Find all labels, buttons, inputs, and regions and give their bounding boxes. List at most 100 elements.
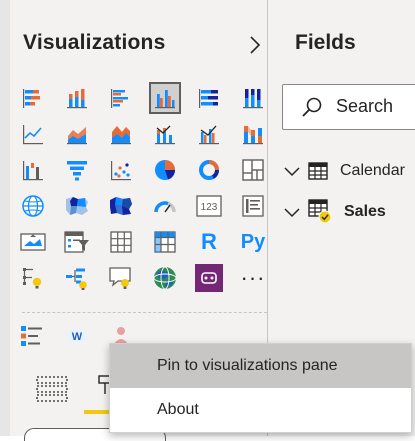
- card-number-text: 123: [201, 202, 218, 213]
- table-visual-button[interactable]: [106, 227, 136, 257]
- ribbon-chart-icon: [243, 126, 263, 145]
- area-chart-icon: [67, 127, 87, 145]
- matrix-icon: [154, 231, 176, 253]
- waterfall-chart-icon: [23, 161, 43, 181]
- more-options-icon: ···: [240, 265, 266, 290]
- clustered-bar-chart-button[interactable]: [106, 83, 136, 113]
- stacked-column-chart-icon: [67, 89, 87, 109]
- multi-row-card-button[interactable]: [238, 191, 268, 221]
- fields-search-input[interactable]: Search: [282, 84, 415, 130]
- 100pct-stacked-bar-chart-icon: [199, 89, 218, 108]
- decomposition-tree-icon: [66, 268, 87, 290]
- context-menu: Pin to visualizations pane About: [109, 343, 412, 433]
- card-button[interactable]: 123: [194, 191, 224, 221]
- scatter-chart-icon: [111, 161, 131, 181]
- arcgis-map-button[interactable]: [150, 263, 180, 293]
- table-icon: [308, 162, 328, 180]
- word-cloud-visual-button[interactable]: W: [62, 322, 92, 350]
- chevron-right-icon: [250, 36, 261, 54]
- gauge-button[interactable]: [150, 191, 180, 221]
- custom-list-visual-icon: [21, 326, 42, 346]
- filled-map-icon: [66, 197, 88, 215]
- funnel-chart-icon: [67, 161, 87, 181]
- menu-item-label: Pin to visualizations pane: [157, 357, 338, 374]
- line-and-clustered-column-chart-button[interactable]: [194, 119, 224, 149]
- kpi-icon: [20, 233, 46, 251]
- decomposition-tree-button[interactable]: [62, 263, 92, 293]
- fields-well-tab[interactable]: [36, 376, 68, 407]
- table-with-measure-icon: [308, 199, 332, 224]
- key-influencers-icon: [23, 268, 42, 289]
- treemap-icon: [242, 159, 264, 181]
- gauge-icon: [154, 201, 176, 213]
- line-chart-icon: [23, 125, 43, 145]
- python-visual-icon: Py: [240, 230, 266, 253]
- slicer-icon: [64, 231, 89, 253]
- qa-visual-icon: [109, 267, 131, 289]
- table-name-calendar: Calendar: [340, 162, 405, 179]
- more-visuals-button[interactable]: ···: [238, 263, 268, 293]
- clustered-column-chart-button[interactable]: [149, 82, 181, 114]
- r-script-visual-icon: R: [201, 229, 217, 254]
- multi-row-card-icon: [242, 195, 264, 217]
- ribbon-chart-button[interactable]: [238, 119, 268, 149]
- card-icon: 123: [196, 195, 222, 217]
- line-and-stacked-column-chart-icon: [155, 125, 175, 145]
- python-visual-button[interactable]: Py: [238, 227, 268, 257]
- scatter-chart-button[interactable]: [106, 155, 136, 185]
- search-placeholder: Search: [336, 96, 394, 116]
- table-name-sales: Sales: [344, 203, 386, 220]
- menu-item-pin-to-visualizations-pane[interactable]: Pin to visualizations pane: [110, 344, 411, 388]
- stacked-bar-chart-button[interactable]: [18, 83, 48, 113]
- slicer-button[interactable]: [62, 227, 92, 257]
- funnel-chart-button[interactable]: [62, 155, 92, 185]
- pie-chart-button[interactable]: [150, 155, 180, 185]
- waterfall-chart-button[interactable]: [18, 155, 48, 185]
- donut-chart-button[interactable]: [194, 155, 224, 185]
- kpi-button[interactable]: [18, 227, 48, 257]
- donut-chart-icon: [199, 160, 220, 180]
- 100pct-stacked-column-chart-icon: [243, 89, 263, 109]
- left-pane-edge: [0, 0, 10, 436]
- r-script-visual-button[interactable]: R: [194, 227, 224, 257]
- fields-well-icon: [36, 376, 68, 402]
- map-button[interactable]: [18, 191, 48, 221]
- search-icon: [302, 97, 322, 117]
- table-row-sales[interactable]: Sales: [282, 197, 386, 227]
- 100pct-stacked-bar-chart-button[interactable]: [194, 83, 224, 113]
- stacked-area-chart-button[interactable]: [106, 119, 136, 149]
- key-influencers-button[interactable]: [18, 263, 48, 293]
- treemap-button[interactable]: [238, 155, 268, 185]
- clustered-column-chart-icon: [155, 90, 175, 109]
- 100pct-stacked-column-chart-button[interactable]: [238, 83, 268, 113]
- visual-gallery-separator: [22, 312, 267, 313]
- menu-item-label: About: [157, 401, 199, 418]
- table-icon: [110, 231, 132, 253]
- power-apps-button[interactable]: [194, 263, 224, 293]
- collapse-visualizations-button[interactable]: [244, 32, 266, 58]
- menu-item-about[interactable]: About: [110, 388, 411, 432]
- stacked-bar-chart-icon: [23, 89, 40, 108]
- line-and-stacked-column-chart-button[interactable]: [150, 119, 180, 149]
- clustered-bar-chart-icon: [111, 89, 128, 108]
- custom-list-visual-button[interactable]: [18, 322, 48, 350]
- arcgis-map-icon: [153, 266, 177, 290]
- shape-map-icon: [110, 197, 132, 215]
- chevron-down-icon: [284, 208, 300, 218]
- chevron-down-icon: [284, 167, 300, 177]
- stacked-column-chart-button[interactable]: [62, 83, 92, 113]
- filled-map-button[interactable]: [62, 191, 92, 221]
- map-icon: [22, 195, 44, 217]
- visualizations-title: Visualizations: [23, 31, 166, 54]
- area-chart-button[interactable]: [62, 119, 92, 149]
- matrix-button[interactable]: [150, 227, 180, 257]
- qa-visual-button[interactable]: [106, 263, 136, 293]
- fields-title: Fields: [295, 31, 356, 54]
- line-chart-button[interactable]: [18, 119, 48, 149]
- word-cloud-letter: W: [72, 331, 83, 343]
- shape-map-button[interactable]: [106, 191, 136, 221]
- stacked-area-chart-icon: [111, 126, 131, 145]
- table-row-calendar[interactable]: Calendar: [282, 156, 405, 186]
- line-and-clustered-column-chart-icon: [199, 125, 219, 145]
- pie-chart-icon: [155, 160, 175, 180]
